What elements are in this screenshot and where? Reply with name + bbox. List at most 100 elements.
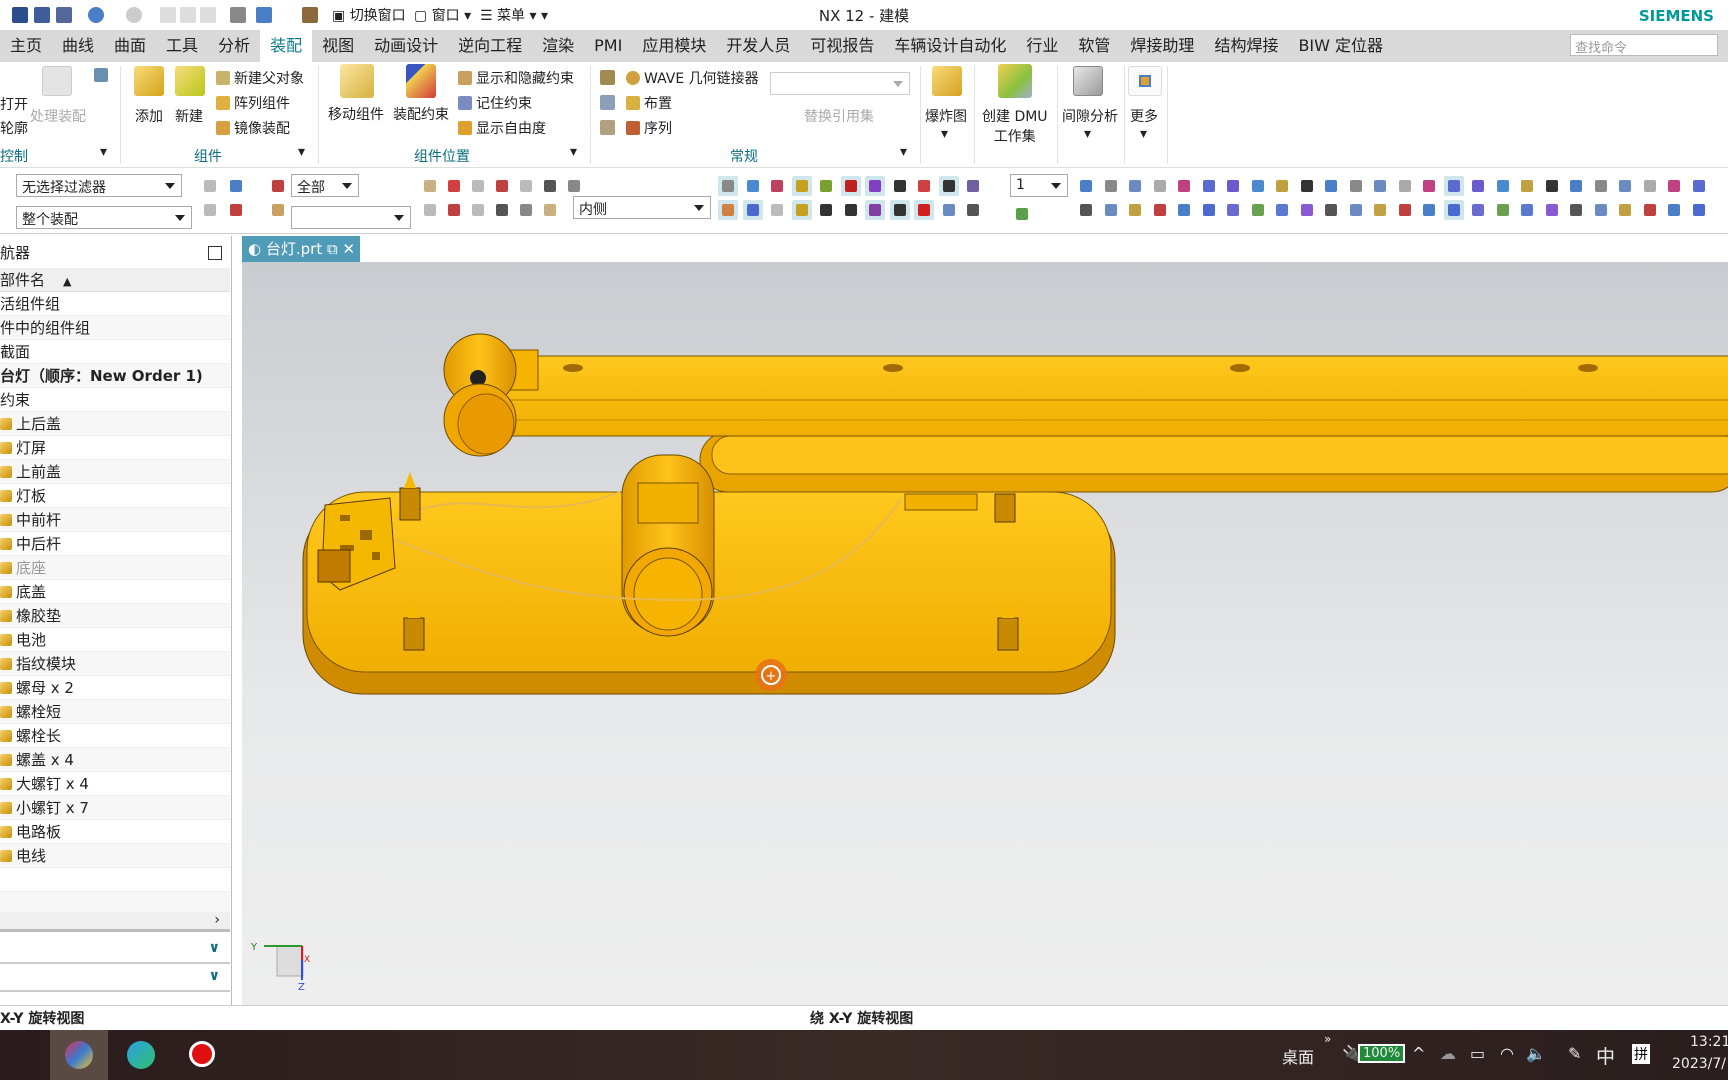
view-tool-icon[interactable] [1199, 176, 1219, 196]
view-tool-icon[interactable] [1566, 176, 1586, 196]
view-tool-icon[interactable] [1346, 200, 1366, 220]
snap-point-icon[interactable] [840, 176, 861, 196]
replace-icon[interactable] [94, 68, 108, 82]
component-row[interactable]: 底座 [0, 556, 230, 580]
clock-time[interactable]: 13:21 [1690, 1034, 1728, 1050]
tab-0[interactable]: 主页 [0, 30, 52, 62]
snap-point-icon[interactable] [742, 200, 763, 220]
snap-point-icon[interactable] [914, 200, 934, 220]
group-expand-icon[interactable]: ▾ [570, 144, 577, 160]
volume-icon[interactable]: 🔈 [1526, 1044, 1546, 1063]
assembly-constraint-button[interactable]: 装配约束 [393, 104, 449, 124]
component-row[interactable]: 螺栓短 [0, 700, 230, 724]
tree-node[interactable]: 约束 [0, 388, 230, 412]
outline-button[interactable]: 轮廓 [0, 118, 28, 138]
tab-19[interactable]: BIW 定位器 [1288, 30, 1393, 62]
tab-9[interactable]: 渲染 [532, 30, 584, 62]
view-tool-icon[interactable] [1248, 176, 1268, 196]
view-tool-icon[interactable] [1419, 176, 1439, 196]
snap-point-icon[interactable] [816, 200, 836, 220]
type-filter-dropdown[interactable]: 全部 [291, 174, 359, 197]
snap-point-icon[interactable] [791, 176, 812, 196]
move-component-button[interactable]: 移动组件 [328, 104, 384, 124]
group-expand-icon[interactable]: ▾ [298, 144, 305, 160]
clock-date[interactable]: 2023/7/ [1672, 1056, 1726, 1072]
view-tool-icon[interactable] [1150, 200, 1170, 220]
snap-point-icon[interactable] [865, 200, 885, 220]
view-tool-icon[interactable] [1223, 200, 1243, 220]
view-tool-icon[interactable] [1517, 176, 1537, 196]
wifi-icon[interactable]: ◠ [1500, 1044, 1514, 1063]
component-row[interactable]: 螺栓长 [0, 724, 230, 748]
snap-point-icon[interactable] [743, 176, 763, 196]
component-row[interactable]: 大螺钉 x 4 [0, 772, 230, 796]
snap-tool-icon[interactable] [420, 200, 440, 220]
component-row[interactable]: 电路板 [0, 820, 230, 844]
tab-7[interactable]: 动画设计 [364, 30, 448, 62]
open-button[interactable]: 打开 [0, 94, 28, 114]
command-search-input[interactable]: 查找命令⌕ [1570, 34, 1718, 56]
view-tool-icon[interactable] [1419, 200, 1439, 220]
component-row[interactable]: 中前杆 [0, 508, 230, 532]
component-row[interactable]: 螺盖 x 4 [0, 748, 230, 772]
desktop-toolbar[interactable]: 桌面 [1282, 1044, 1314, 1068]
component-row[interactable]: 上前盖 [0, 460, 230, 484]
column-header-part-name[interactable]: 部件名 ▲ [0, 268, 230, 292]
snap-point-icon[interactable] [718, 200, 738, 220]
view-tool-icon[interactable] [1640, 176, 1660, 196]
tab-12[interactable]: 开发人员 [716, 30, 800, 62]
tab-13[interactable]: 可视报告 [800, 30, 884, 62]
view-tool-icon[interactable] [1443, 200, 1464, 220]
snap-point-icon[interactable] [963, 200, 983, 220]
tree-node[interactable]: 件中的组件组 [0, 316, 230, 340]
tab-document[interactable]: ◐ 台灯.prt ⧉ ✕ [242, 236, 360, 262]
snap-tool-icon[interactable] [444, 176, 464, 196]
secondary-filter-dropdown[interactable] [291, 206, 411, 229]
view-tool-icon[interactable] [1370, 200, 1390, 220]
component-row[interactable]: 小螺钉 x 7 [0, 796, 230, 820]
view-tool-icon[interactable] [1664, 200, 1684, 220]
component-row[interactable]: 螺母 x 2 [0, 676, 230, 700]
view-tool-icon[interactable] [1346, 176, 1366, 196]
add-button[interactable]: 添加 [135, 106, 163, 126]
tab-10[interactable]: PMI [584, 30, 632, 62]
snap-tool-icon[interactable] [540, 200, 560, 220]
graphics-viewport[interactable]: + Y X Z [242, 262, 1728, 1005]
view-tool-icon[interactable] [1591, 176, 1611, 196]
show-hide-constraints-button[interactable]: 显示和隐藏约束 [458, 68, 574, 88]
show-dof-button[interactable]: 显示自由度 [458, 118, 546, 138]
view-tool-icon[interactable] [1542, 200, 1562, 220]
view-tool-icon[interactable] [1591, 200, 1611, 220]
view-tool-icon[interactable] [1517, 200, 1537, 220]
battery-icon[interactable]: ▭ [1470, 1044, 1485, 1063]
group-expand-icon[interactable]: ▾ [100, 144, 107, 160]
tab-14[interactable]: 车辆设计自动化 [884, 30, 1016, 62]
snap-point-icon[interactable] [767, 176, 787, 196]
view-tool-icon[interactable] [1615, 200, 1635, 220]
component-row[interactable]: 灯屏 [0, 436, 230, 460]
ime-pinyin[interactable]: 拼 [1632, 1044, 1650, 1064]
component-row[interactable]: 中后杆 [0, 532, 230, 556]
view-tool-icon[interactable] [1615, 176, 1635, 196]
tab-18[interactable]: 结构焊接 [1204, 30, 1288, 62]
snap-point-icon[interactable] [890, 176, 910, 196]
view-tool-icon[interactable] [1174, 200, 1194, 220]
view-tool-icon[interactable] [1395, 200, 1415, 220]
hierarchy-icon[interactable] [600, 95, 615, 110]
dependencies-panel-toggle[interactable]: ∨ [0, 940, 230, 964]
snap-point-icon[interactable] [791, 200, 812, 220]
snap-point-icon[interactable] [841, 200, 861, 220]
view-tool-icon[interactable] [1443, 176, 1464, 196]
view-tool-icon[interactable] [1076, 200, 1096, 220]
snap-point-icon[interactable] [718, 176, 738, 196]
horizontal-scrollbar[interactable]: › [0, 912, 230, 932]
tab-6[interactable]: 视图 [312, 30, 364, 62]
chevron-right-icon[interactable]: › [214, 912, 220, 928]
view-tool-icon[interactable] [1199, 200, 1219, 220]
component-row[interactable]: 底盖 [0, 580, 230, 604]
snap-point-icon[interactable] [767, 200, 787, 220]
view-tool-icon[interactable] [1272, 200, 1292, 220]
chevron-double-right-icon[interactable]: » [1324, 1032, 1331, 1046]
snap-tool-icon[interactable] [420, 176, 440, 196]
layer-dropdown[interactable]: 1 [1010, 174, 1068, 197]
